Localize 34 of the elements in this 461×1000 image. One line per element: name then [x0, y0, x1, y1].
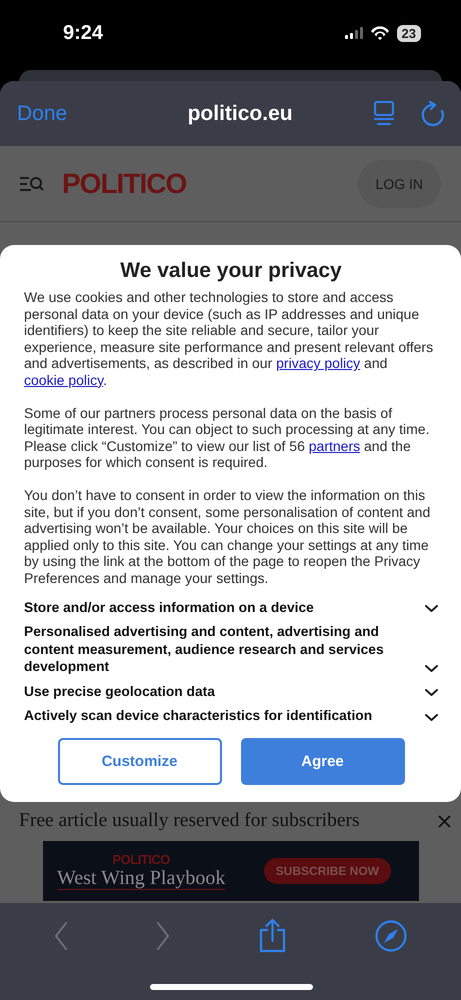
customize-button[interactable]: Customize: [58, 738, 222, 784]
text-link[interactable]: partners: [308, 438, 360, 454]
agree-button[interactable]: Agree: [240, 738, 404, 784]
text-link[interactable]: cookie policy: [24, 372, 104, 388]
reader-icon[interactable]: [373, 101, 395, 126]
ad-brand: POLITICO: [112, 852, 170, 867]
dialog-paragraph: We use cookies and other technologies to store and access personal data on your device (such as IP addresses and unique identifiers) to keep the site reliable and secure, tailor your experience, measure site performance and present relevant offers and advertisements, as described in our privacy policy and cookie policy.: [24, 289, 434, 389]
menu-search-icon[interactable]: [20, 176, 44, 192]
text-link[interactable]: privacy policy: [276, 355, 360, 372]
page-url: politico.eu: [186, 102, 294, 126]
dialog-title: We value your privacy: [119, 259, 343, 283]
purpose-title: Actively scan device characteristics for identification: [24, 707, 372, 724]
chevron-icon[interactable]: [425, 714, 438, 722]
purpose-title: Store and/or access information on a device: [24, 598, 314, 616]
purpose-row[interactable]: Use precise geolocation data: [24, 682, 438, 700]
close-icon[interactable]: [438, 814, 451, 828]
article-notice: Free article usually reserved for subscribers: [19, 810, 360, 832]
chevron-icon[interactable]: [425, 605, 438, 613]
compass-icon[interactable]: [375, 920, 407, 952]
purpose-row[interactable]: Store and/or access information on a device: [24, 598, 438, 616]
signal-icon: [344, 27, 363, 39]
ad-title: West Wing Playbook: [57, 867, 226, 890]
share-icon[interactable]: [258, 918, 287, 953]
status-time: 9:24: [63, 22, 104, 44]
purpose-row[interactable]: Actively scan device characteristics for identification: [24, 707, 438, 724]
ad-banner[interactable]: POLITICO West Wing Playbook SUBSCRIBE NOW: [43, 841, 419, 901]
chevron-icon[interactable]: [425, 664, 438, 672]
wifi-icon: [370, 26, 390, 40]
battery-icon: 23: [396, 24, 421, 42]
dialog-paragraph: You don’t have to consent in order to view the information on this site, but if you don’t consent, some personalisation of content and advertising won’t be available. Your choices on this site will be applied only to this site. You can change your settings at any time by using the link at the bottom of the page to reopen the Privacy Preferences and manage your settings.: [24, 486, 432, 586]
reload-icon[interactable]: [421, 100, 445, 126]
chevron-icon[interactable]: [425, 689, 438, 697]
dialog-paragraph: Some of our partners process personal data on the basis of legitimate interest. You can object to such processing at any time. Please click “Customize” to view our list of 56 partners and the purposes for which consent is required.: [24, 404, 430, 471]
purpose-title: Use precise geolocation data: [24, 682, 215, 700]
